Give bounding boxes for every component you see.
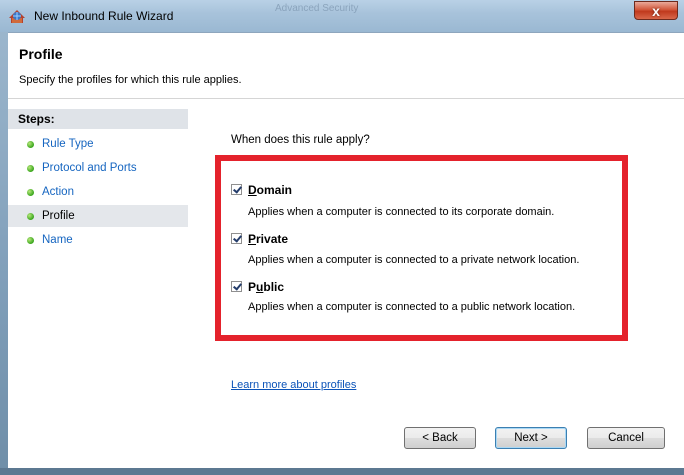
steps-title: Steps: (8, 109, 188, 129)
public-checkbox[interactable] (231, 281, 242, 292)
window-title: New Inbound Rule Wizard (34, 9, 174, 23)
domain-checkbox[interactable] (231, 184, 242, 195)
wizard-header: Profile Specify the profiles for which t… (8, 33, 684, 96)
step-name[interactable]: Name (8, 229, 188, 251)
private-description: Applies when a computer is connected to … (248, 254, 580, 266)
title-bar[interactable]: New Inbound Rule Wizard Advanced Securit… (0, 0, 684, 32)
wizard-window: Profile Specify the profiles for which t… (8, 32, 684, 469)
back-button[interactable]: < Back (404, 427, 476, 449)
green-dot-icon (27, 189, 34, 196)
question-text: When does this rule apply? (231, 134, 370, 146)
step-label: Action (42, 186, 74, 198)
learn-more-link[interactable]: Learn more about profiles (231, 379, 356, 391)
step-label: Name (42, 234, 73, 246)
domain-label[interactable]: Domain (248, 183, 292, 197)
step-label: Profile (42, 210, 75, 222)
close-button[interactable]: x (634, 1, 678, 20)
public-description: Applies when a computer is connected to … (248, 301, 576, 313)
window-bottom-frame (0, 468, 684, 475)
green-dot-icon (27, 165, 34, 172)
step-label: Protocol and Ports (42, 162, 137, 174)
firewall-icon (9, 10, 25, 23)
page-title: Profile (19, 46, 63, 62)
private-label[interactable]: Private (248, 232, 288, 246)
page-subtitle: Specify the profiles for which this rule… (19, 74, 242, 86)
cancel-button[interactable]: Cancel (587, 427, 665, 449)
step-protocol-and-ports[interactable]: Protocol and Ports (8, 157, 188, 179)
step-profile[interactable]: Profile (8, 205, 188, 227)
step-label: Rule Type (42, 138, 94, 150)
close-icon: x (652, 3, 660, 19)
next-button[interactable]: Next > (495, 427, 567, 449)
step-action[interactable]: Action (8, 181, 188, 203)
public-label[interactable]: Public (248, 280, 284, 294)
green-dot-icon (27, 213, 34, 220)
background-window-title: Advanced Security (275, 3, 359, 14)
green-dot-icon (27, 141, 34, 148)
step-rule-type[interactable]: Rule Type (8, 133, 188, 155)
domain-description: Applies when a computer is connected to … (248, 206, 555, 218)
green-dot-icon (27, 237, 34, 244)
private-checkbox[interactable] (231, 233, 242, 244)
header-divider (8, 98, 684, 99)
